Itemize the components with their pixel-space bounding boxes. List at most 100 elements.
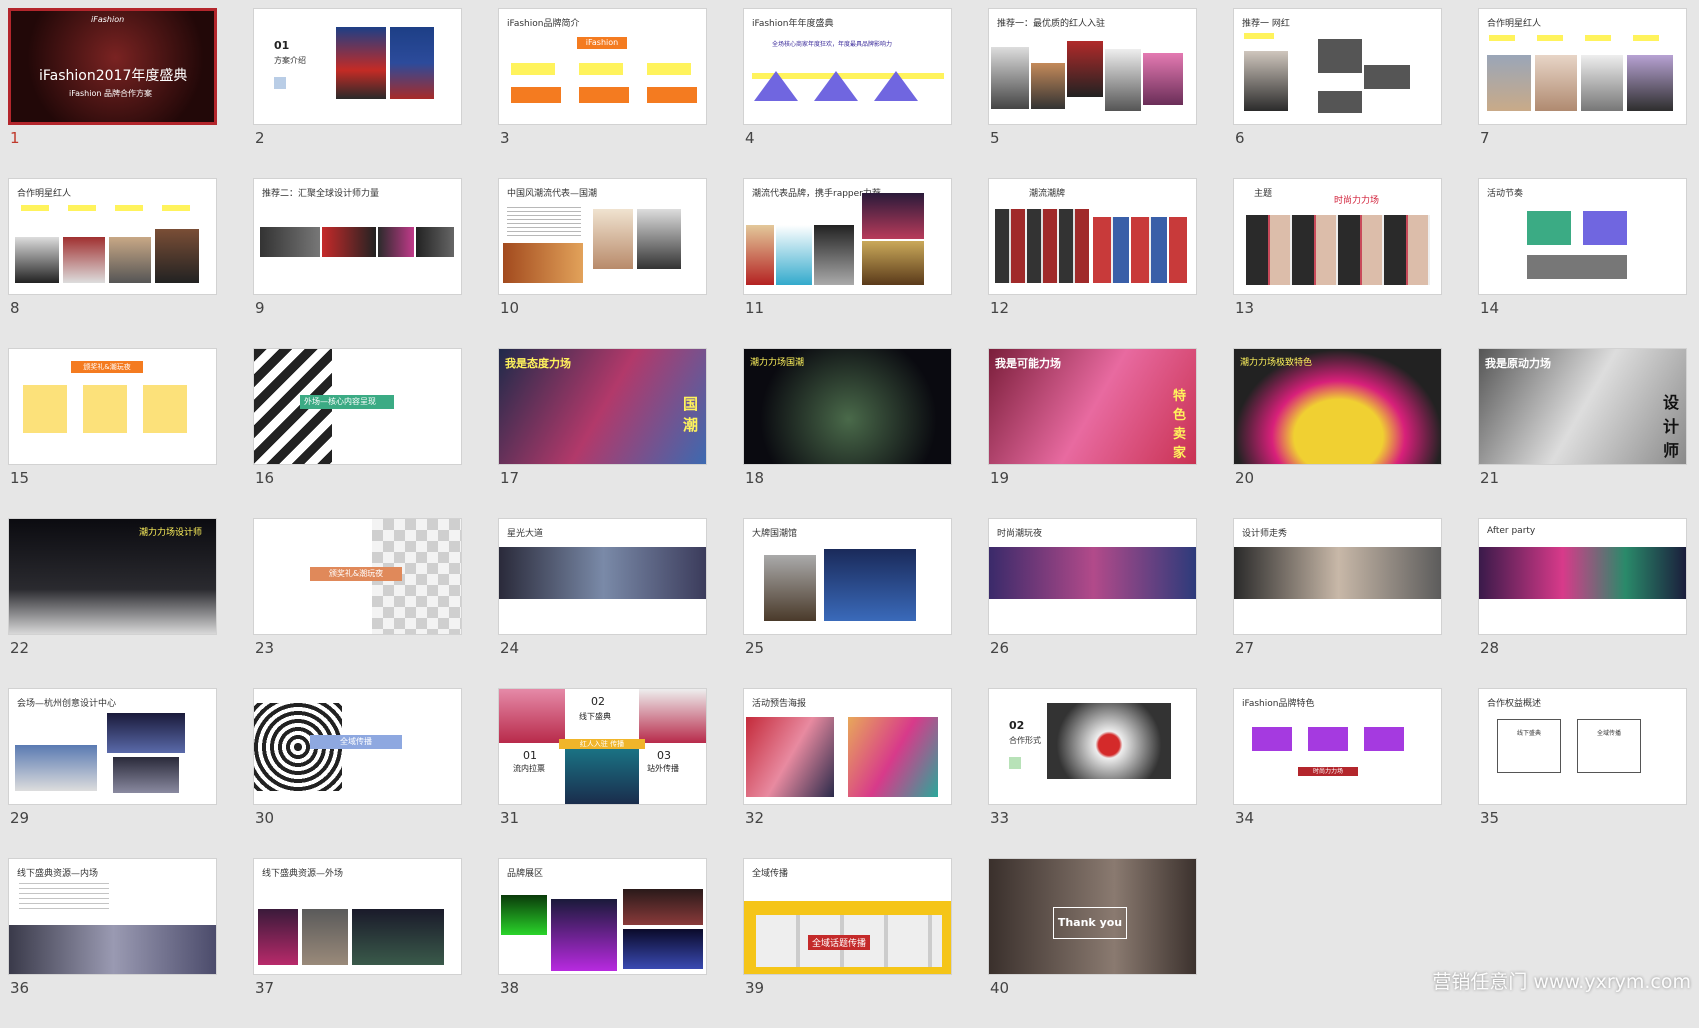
photo-image	[378, 227, 414, 257]
slide-thumbnail-8[interactable]: 合作明星红人	[8, 178, 217, 295]
info-box	[1318, 39, 1362, 73]
slide-thumbnail-19[interactable]: 我是可能力场 特色卖家	[988, 348, 1197, 465]
slide-thumbnail-32[interactable]: 活动预告海报	[743, 688, 952, 805]
slide-title: iFashion品牌特色	[1242, 699, 1315, 709]
slide-thumbnail-23[interactable]: 颁奖礼&潮玩夜	[253, 518, 462, 635]
slide-thumbnail-28[interactable]: After party	[1478, 518, 1687, 635]
slide-number: 14	[1480, 299, 1500, 317]
slide-number: 8	[10, 299, 20, 317]
slide-subtitle: 时尚力力场	[1298, 767, 1358, 776]
photo-image	[260, 227, 320, 257]
slide-number: 32	[745, 809, 765, 827]
slide-thumbnail-33[interactable]: 02 合作形式	[988, 688, 1197, 805]
slide-thumbnail-27[interactable]: 设计师走秀	[1233, 518, 1442, 635]
info-box	[1364, 727, 1404, 751]
slide-number: 33	[990, 809, 1010, 827]
slide-thumbnail-18[interactable]: 潮力力场国潮	[743, 348, 952, 465]
slide-logo: iFashion	[91, 15, 125, 24]
slide-number: 1	[10, 129, 20, 147]
photo-image	[1031, 63, 1065, 109]
slide-thumbnail-40[interactable]: Thank you	[988, 858, 1197, 975]
slide-thumbnail-24[interactable]: 星光大道	[498, 518, 707, 635]
slide-thumbnail-22[interactable]: 潮力力场设计师	[8, 518, 217, 635]
slide-number: 12	[990, 299, 1010, 317]
slide-thumbnail-12[interactable]: 潮流潮牌	[988, 178, 1197, 295]
slide-thumbnail-21[interactable]: 我是原动力场 设计师	[1478, 348, 1687, 465]
photo-image	[322, 227, 376, 257]
photo-image	[639, 689, 706, 743]
slide-thumbnail-4[interactable]: iFashion年年度盛典 全场核心商家年度狂欢，年度最具品牌影响力	[743, 8, 952, 125]
photo-image	[155, 229, 199, 283]
slide-cell: 潮流潮牌 12	[988, 178, 1197, 348]
slide-thumbnail-26[interactable]: 时尚潮玩夜	[988, 518, 1197, 635]
slide-thumbnail-20[interactable]: 潮力力场极致特色	[1233, 348, 1442, 465]
slide-number: 36	[10, 979, 30, 997]
slide-cell: 中国风潮流代表—国潮 10	[498, 178, 707, 348]
info-box	[83, 385, 127, 433]
photo-image	[9, 925, 216, 974]
slide-thumbnail-2[interactable]: 01 方案介绍	[253, 8, 462, 125]
slide-thumbnail-6[interactable]: 推荐一 网红	[1233, 8, 1442, 125]
slide-thumbnail-7[interactable]: 合作明星红人	[1478, 8, 1687, 125]
slide-thumbnail-31[interactable]: 02 线下盛典 01 流内拉票 03 站外传播 红人入驻 传播	[498, 688, 707, 805]
slide-thumbnail-13[interactable]: 主题 时尚力力场	[1233, 178, 1442, 295]
slide-cell: 合作明星红人 8	[8, 178, 217, 348]
photo-image	[352, 909, 444, 965]
banner-label: 红人入驻 传播	[559, 739, 645, 749]
photo-image	[336, 27, 386, 99]
slide-thumbnail-34[interactable]: iFashion品牌特色 时尚力力场	[1233, 688, 1442, 805]
slide-thumbnail-17[interactable]: 我是态度力场 国潮	[498, 348, 707, 465]
photo-image	[989, 547, 1196, 599]
slide-title: 颁奖礼&潮玩夜	[71, 361, 143, 373]
photo-image	[501, 895, 547, 935]
slide-title: 潮力力场国潮	[750, 358, 805, 368]
slide-cell: 全域传播 30	[253, 688, 462, 858]
photo-image	[258, 909, 298, 965]
slide-number: 11	[745, 299, 765, 317]
slide-thumbnail-5[interactable]: 推荐一：最优质的红人入驻	[988, 8, 1197, 125]
photo-image	[15, 745, 97, 791]
slide-cell: 活动预告海报 32	[743, 688, 952, 858]
photo-image	[814, 225, 854, 285]
slide-thumbnail-36[interactable]: 线下盛典资源—内场	[8, 858, 217, 975]
slide-cell: 潮力力场设计师 22	[8, 518, 217, 688]
slide-thumbnail-14[interactable]: 活动节奏	[1478, 178, 1687, 295]
slide-thumbnail-39[interactable]: 全域传播 全域话题传播	[743, 858, 952, 975]
info-box	[23, 385, 67, 433]
slide-thumbnail-38[interactable]: 品牌展区	[498, 858, 707, 975]
slide-title: 我是态度力场	[505, 357, 571, 370]
slide-title: 推荐一：最优质的红人入驻	[997, 19, 1106, 29]
photo-image	[1234, 547, 1441, 599]
photo-image	[1581, 55, 1623, 111]
slide-thumbnail-1[interactable]: iFashion iFashion2017年度盛典 iFashion 品牌合作方…	[8, 8, 217, 125]
slide-cell: 推荐二：汇聚全球设计师力量 9	[253, 178, 462, 348]
slide-thumbnail-25[interactable]: 大牌国潮馆	[743, 518, 952, 635]
slide-thumbnail-9[interactable]: 推荐二：汇聚全球设计师力量	[253, 178, 462, 295]
triangle-icon	[874, 71, 918, 101]
slide-number: 28	[1480, 639, 1500, 657]
slide-thumbnail-30[interactable]: 全域传播	[253, 688, 462, 805]
slide-subtitle: 全域话题传播	[808, 935, 871, 950]
slide-cell: 潮力力场极致特色 20	[1233, 348, 1442, 518]
slide-title: 颁奖礼&潮玩夜	[310, 567, 402, 581]
slide-thumbnail-10[interactable]: 中国风潮流代表—国潮	[498, 178, 707, 295]
slide-thumbnail-15[interactable]: 颁奖礼&潮玩夜	[8, 348, 217, 465]
slide-thumbnail-3[interactable]: iFashion品牌简介 iFashion	[498, 8, 707, 125]
slide-thumbnail-35[interactable]: 合作权益概述 线下盛典 全域传播	[1478, 688, 1687, 805]
photo-image	[776, 225, 812, 285]
slide-number: 9	[255, 299, 265, 317]
photo-image	[416, 227, 454, 257]
slide-thumbnail-37[interactable]: 线下盛典资源—外场	[253, 858, 462, 975]
slide-sorter-grid: iFashion iFashion2017年度盛典 iFashion 品牌合作方…	[8, 8, 1687, 1028]
slide-number: 37	[255, 979, 275, 997]
slide-title: 02	[1009, 719, 1025, 732]
slide-thumbnail-29[interactable]: 会场—杭州创意设计中心	[8, 688, 217, 805]
photo-image	[746, 225, 774, 285]
slide-title: 潮力力场设计师	[139, 528, 203, 538]
slide-thumbnail-16[interactable]: 外场—核心内容呈现	[253, 348, 462, 465]
photo-image	[551, 899, 617, 971]
triangle-icon	[814, 71, 858, 101]
side-label: 设计师	[1663, 393, 1680, 460]
slide-thumbnail-11[interactable]: 潮流代表品牌，携手rapper力荐	[743, 178, 952, 295]
slide-number: 6	[1235, 129, 1245, 147]
